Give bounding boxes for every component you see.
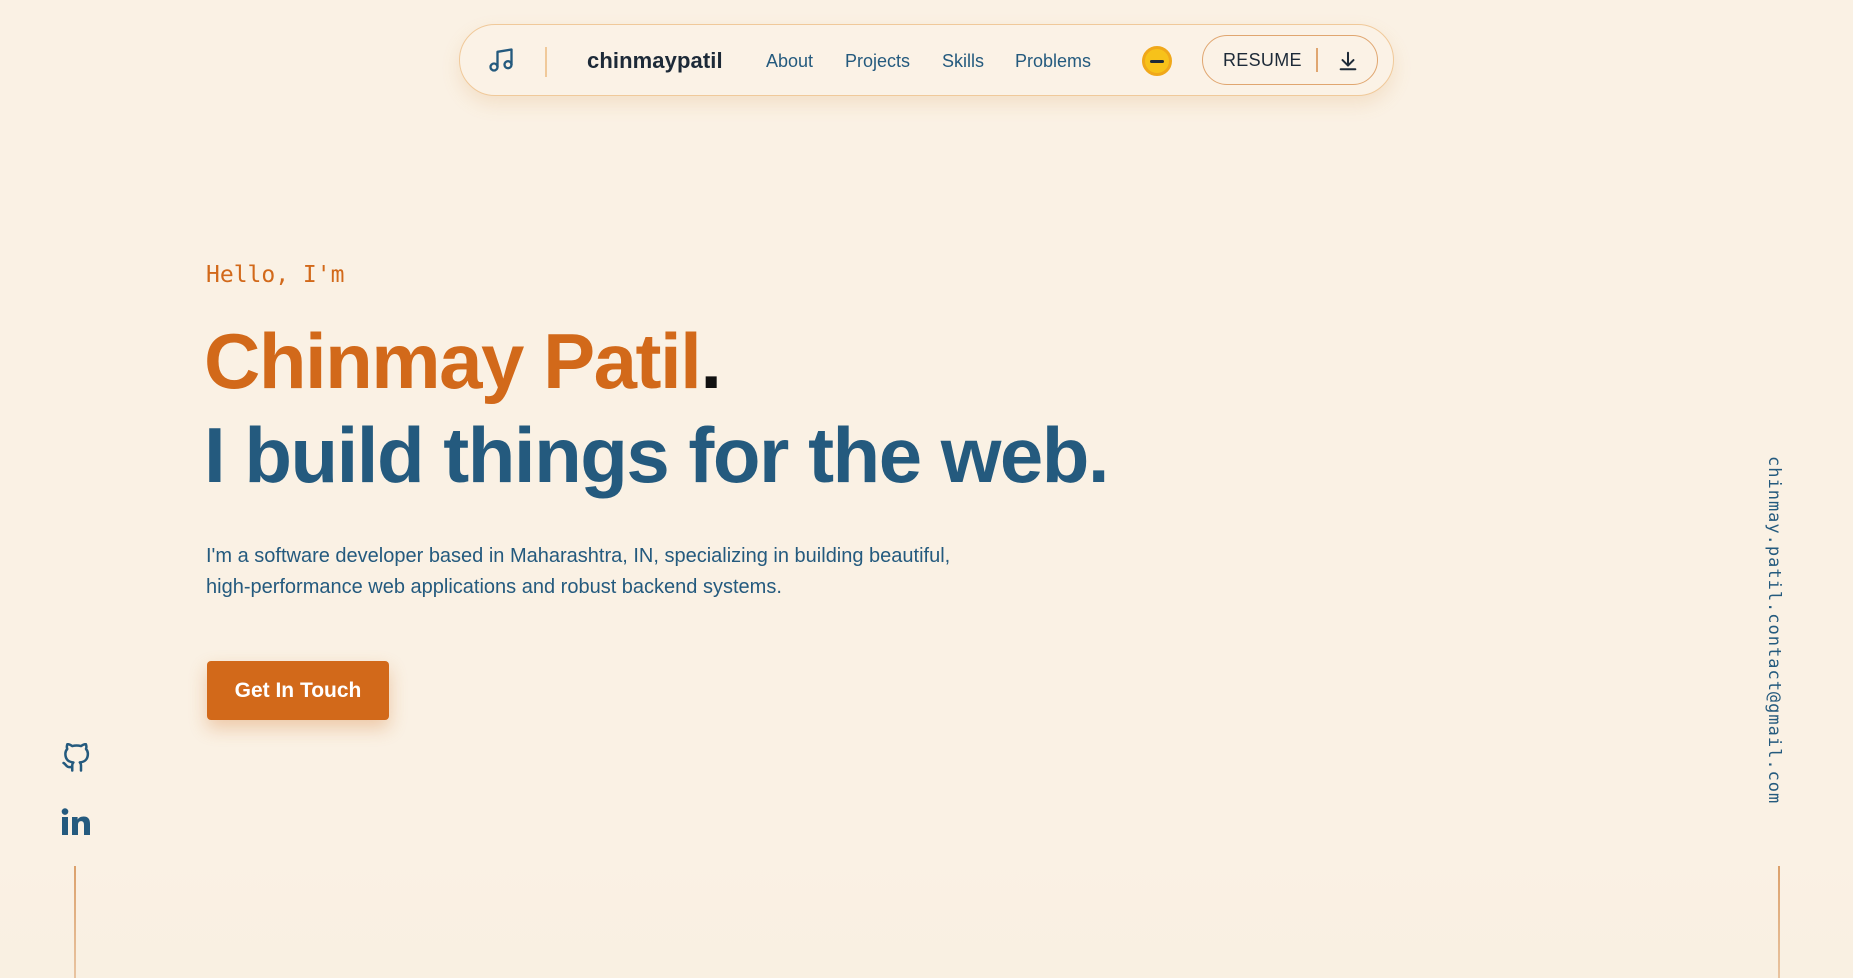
hero-name: Chinmay Patil. [204,316,722,407]
resume-divider [1316,48,1318,72]
nav-divider [545,47,547,77]
github-link[interactable] [61,742,91,773]
linkedin-link[interactable] [61,808,91,836]
right-vertical-line [1778,866,1780,978]
linkedin-icon [61,808,90,835]
nav-link-skills[interactable]: Skills [942,51,984,72]
hero-description: I'm a software developer based in Mahara… [206,545,951,598]
contact-email-link[interactable]: chinmay.patil.contact@gmail.com [1764,456,1784,804]
portfolio-page: chinmaypatil About Projects Skills Probl… [0,0,1853,978]
left-vertical-line [74,866,76,978]
download-icon [1339,51,1357,71]
nav-link-about[interactable]: About [766,51,813,72]
music-note-icon [489,48,513,72]
hero-name-dot: . [700,317,722,405]
resume-label: RESUME [1223,50,1302,70]
top-navbar: chinmaypatil About Projects Skills Probl… [459,24,1394,96]
nav-link-projects[interactable]: Projects [845,51,910,72]
theme-toggle-icon [1150,59,1164,63]
hero-greeting: Hello, I'm [206,262,345,288]
resume-download-button[interactable]: RESUME [1202,35,1378,85]
hero-tagline: I build things for the web. [204,411,1110,499]
bottom-fade [0,846,1853,978]
music-toggle-button[interactable] [484,43,518,77]
brand-logo-link[interactable]: chinmaypatil [587,48,723,74]
theme-toggle-button[interactable] [1142,46,1172,76]
nav-link-problems[interactable]: Problems [1015,51,1091,72]
hero-name-text: Chinmay Patil [204,317,702,405]
github-icon [62,742,90,772]
get-in-touch-button[interactable]: Get In Touch [207,661,389,720]
